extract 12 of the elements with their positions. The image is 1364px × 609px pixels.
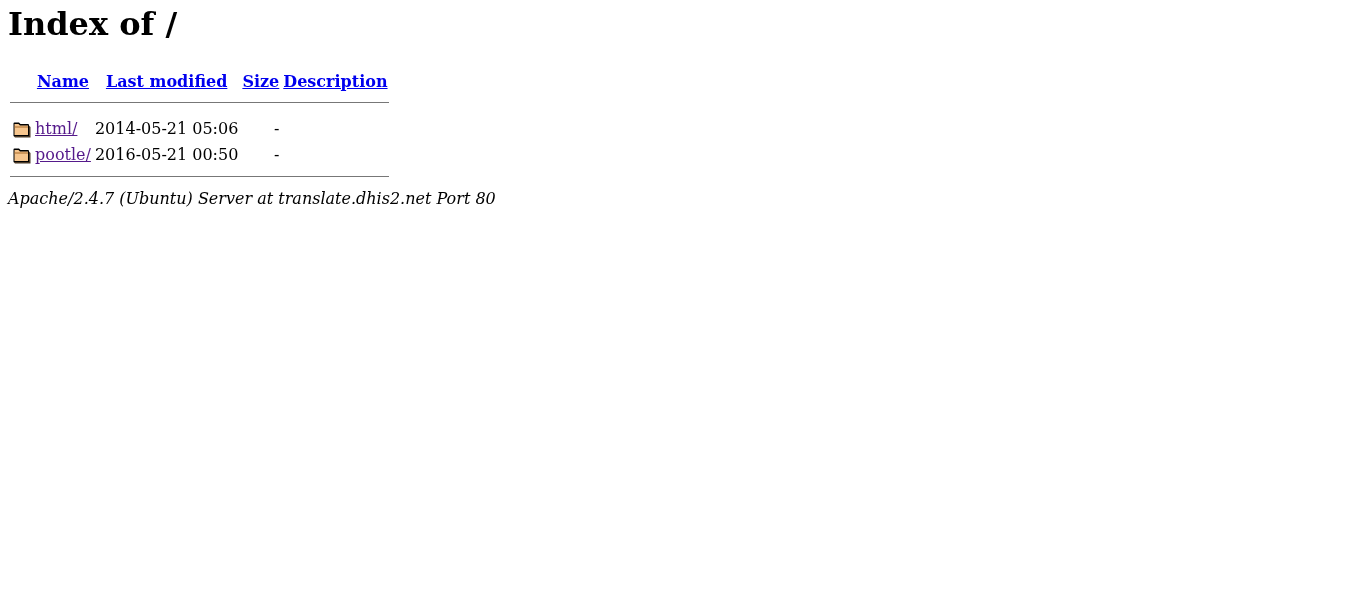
- size-cell-text: -: [272, 117, 281, 140]
- folder-link[interactable]: html/: [35, 118, 78, 138]
- description-header-link[interactable]: Description: [283, 72, 388, 91]
- name-header-link[interactable]: Name: [36, 72, 89, 91]
- folder-link[interactable]: pootle/: [35, 144, 91, 164]
- page-title: Index of /: [8, 5, 179, 43]
- size-cell-text: -: [272, 143, 281, 166]
- size-header-link[interactable]: Size: [242, 72, 280, 91]
- modified-date-cell-text: 2014-05-21 05:06: [93, 117, 240, 140]
- modified-header-link[interactable]: Last modified: [105, 72, 228, 91]
- modified-date-cell-text: 2016-05-21 00:50: [93, 143, 240, 166]
- server-signature: Apache/2.4.7 (Ubuntu) Server at translate.dhis2.net Port 80: [8, 189, 497, 208]
